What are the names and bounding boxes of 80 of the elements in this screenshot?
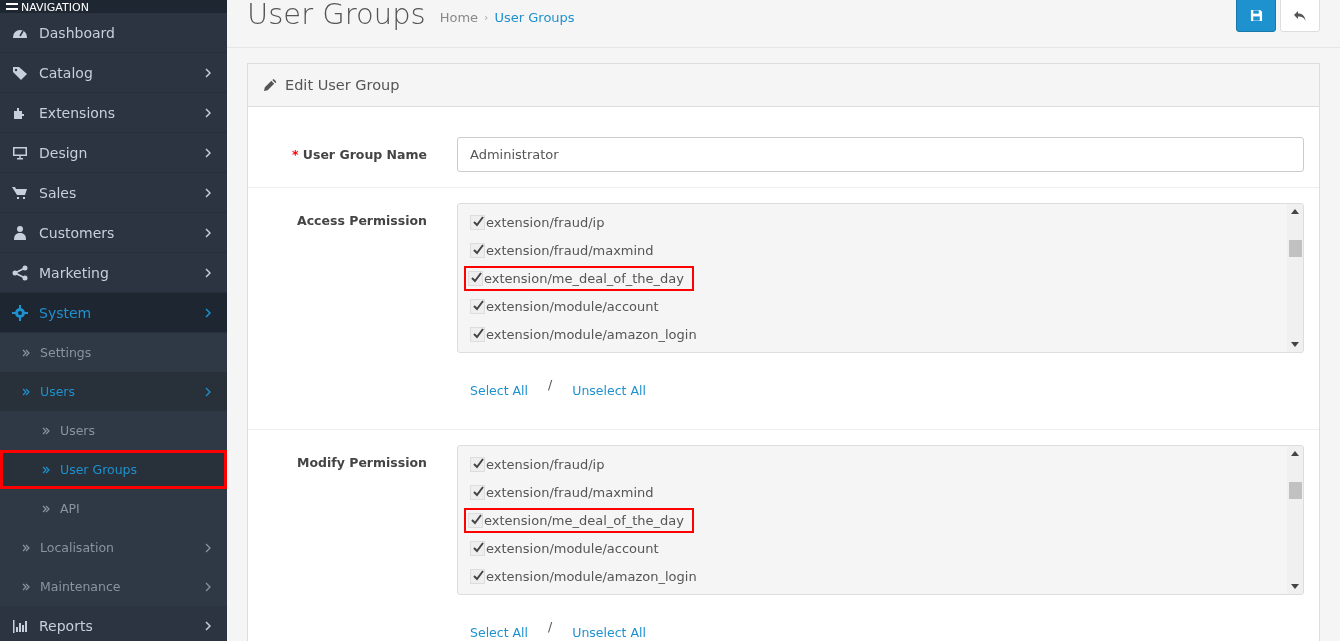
sidebar-subitem[interactable]: User Groups (0, 450, 227, 489)
scroll-down-icon[interactable] (1291, 342, 1299, 347)
scrollbar[interactable] (1287, 446, 1303, 594)
sidebar-subitem[interactable]: API (0, 489, 227, 528)
checkmark-icon (471, 542, 484, 554)
sidebar-subitem[interactable]: Users (0, 411, 227, 450)
select-all-link[interactable]: Select All (470, 625, 529, 640)
scrollbar-thumb[interactable] (1288, 239, 1302, 257)
chevron-icon (205, 147, 211, 158)
menu-icon[interactable] (6, 2, 18, 12)
share-icon (12, 264, 28, 281)
field-label: Access Permission (297, 213, 427, 228)
permission-checkbox[interactable]: extension/module/account (468, 538, 667, 558)
select-all-link[interactable]: Select All (470, 383, 529, 398)
checkmark-icon (471, 216, 484, 228)
navigation-heading: NAVIGATION (21, 2, 89, 13)
sidebar-subitem[interactable]: Maintenance (0, 567, 227, 606)
chevron-icon (205, 67, 211, 78)
field-label: * User Group Name (291, 147, 427, 162)
double-chevron-icon (42, 465, 50, 474)
gear-icon (12, 304, 28, 321)
panel-title: Edit User Group (285, 77, 400, 93)
sidebar-subitem[interactable]: Settings (0, 333, 227, 372)
checkmark-icon (471, 300, 484, 312)
save-button[interactable] (1236, 0, 1276, 32)
monitor-icon (12, 144, 28, 161)
group-name-field[interactable]: Administrator (457, 137, 1304, 172)
checkmark-icon (471, 486, 484, 498)
permission-checkbox[interactable]: extension/module/amazon_login (468, 566, 705, 586)
chevron-icon (205, 307, 211, 318)
double-chevron-icon (22, 348, 30, 357)
double-chevron-icon (42, 426, 50, 435)
cart-icon (12, 184, 28, 201)
unselect-all-link[interactable]: Unselect All (572, 383, 646, 398)
double-chevron-icon (42, 504, 50, 513)
double-chevron-icon (22, 582, 30, 591)
link-separator: / (548, 377, 553, 394)
scrollbar-thumb[interactable] (1288, 481, 1302, 499)
sidebar-item[interactable]: System (0, 293, 227, 333)
scroll-up-icon[interactable] (1291, 209, 1299, 214)
checkmark-icon (469, 514, 482, 526)
pencil-icon (263, 78, 276, 92)
field-label: Modify Permission (297, 455, 427, 470)
scrollbar[interactable] (1287, 204, 1303, 352)
scroll-down-icon[interactable] (1291, 584, 1299, 589)
permission-checkbox[interactable]: extension/me_deal_of_the_day (464, 265, 695, 291)
chevron-icon (205, 227, 211, 238)
checkmark-icon (469, 272, 482, 284)
chevron-icon (205, 187, 211, 198)
chevron-icon (205, 386, 211, 397)
user-icon (12, 224, 28, 241)
permission-checkbox[interactable]: extension/module/amazon_login (468, 324, 705, 344)
checkmark-icon (471, 570, 484, 582)
checkmark-icon (471, 244, 484, 256)
tag-icon (12, 64, 28, 81)
reply-arrow-icon (1293, 9, 1307, 22)
chart-icon (12, 617, 28, 634)
permission-checkbox[interactable]: extension/fraud/maxmind (468, 240, 662, 260)
checkmark-icon (471, 328, 484, 340)
back-button[interactable] (1280, 0, 1320, 32)
page-title: User Groups (247, 0, 426, 32)
permission-checkbox[interactable]: extension/me_deal_of_the_day (464, 507, 695, 533)
permission-checkbox[interactable]: extension/module/account (468, 296, 667, 316)
unselect-all-link[interactable]: Unselect All (572, 625, 646, 640)
breadcrumb-separator: › (484, 11, 489, 24)
sidebar-subitem[interactable]: Localisation (0, 528, 227, 567)
permission-checkbox[interactable]: extension/fraud/ip (468, 212, 613, 232)
permission-checkbox[interactable]: extension/fraud/ip (468, 454, 613, 474)
scroll-up-icon[interactable] (1291, 451, 1299, 456)
chevron-icon (205, 581, 211, 592)
chevron-icon (205, 542, 211, 553)
permission-checkbox[interactable]: extension/fraud/maxmind (468, 482, 662, 502)
sidebar-subitem[interactable]: Users (0, 372, 227, 411)
checkmark-icon (471, 458, 484, 470)
link-separator: / (548, 619, 553, 636)
chevron-icon (205, 107, 211, 118)
chevron-icon (205, 620, 211, 631)
chevron-icon (205, 267, 211, 278)
double-chevron-icon (22, 543, 30, 552)
double-chevron-icon (22, 387, 30, 396)
